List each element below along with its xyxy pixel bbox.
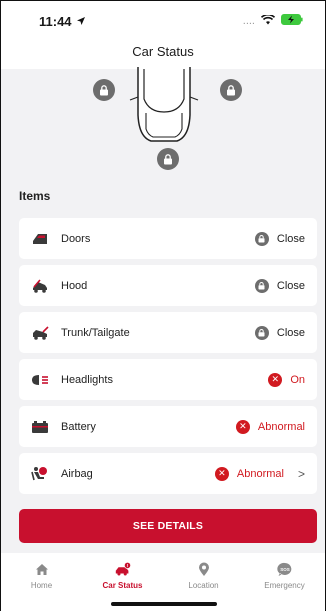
door-icon xyxy=(29,231,51,247)
tab-label: Home xyxy=(30,581,53,590)
signal-dots: .... xyxy=(242,15,255,27)
airbag-icon xyxy=(29,466,51,482)
item-label: Headlights xyxy=(61,373,113,386)
rear-left-door-lock-icon[interactable] xyxy=(93,79,115,101)
status-item-headlights[interactable]: Headlights ✕ On xyxy=(19,359,317,400)
alert-x-icon: ✕ xyxy=(268,372,283,387)
item-status-text: Close xyxy=(276,279,305,292)
chevron-right-icon[interactable]: > xyxy=(298,467,305,481)
tab-label: Emergency xyxy=(264,581,305,590)
hood-icon xyxy=(29,278,51,294)
item-label: Trunk/Tailgate xyxy=(61,326,130,339)
lock-icon xyxy=(254,231,269,246)
alert-x-icon: ✕ xyxy=(235,419,250,434)
item-status-text: On xyxy=(290,373,305,386)
item-status-text: Abnormal xyxy=(236,467,284,480)
item-label: Airbag xyxy=(61,467,93,480)
item-status: ✕ On xyxy=(268,372,305,387)
car-diagram xyxy=(1,67,325,179)
home-indicator xyxy=(111,602,217,606)
tab-home[interactable]: Home xyxy=(2,561,82,611)
page-title: Car Status xyxy=(1,41,325,69)
location-pin-icon xyxy=(195,561,213,577)
status-item-airbag[interactable]: Airbag ✕ Abnormal > xyxy=(19,453,317,494)
lock-icon xyxy=(254,278,269,293)
item-status: Close xyxy=(254,231,305,246)
see-details-button[interactable]: SEE DETAILS xyxy=(19,509,317,543)
section-title: Items xyxy=(19,189,51,203)
status-item-trunk-tailgate[interactable]: Trunk/Tailgate Close xyxy=(19,312,317,353)
item-status: ✕ Abnormal > xyxy=(214,466,305,481)
tab-label: Car Status xyxy=(102,581,143,590)
tab-emergency[interactable]: SOS Emergency xyxy=(245,561,325,611)
status-bar: 11:44 .... xyxy=(1,1,325,41)
car-status-icon: ! xyxy=(114,561,132,577)
item-status-text: Abnormal xyxy=(257,420,305,433)
lock-icon xyxy=(254,325,269,340)
item-label: Battery xyxy=(61,420,96,433)
status-item-hood[interactable]: Hood Close xyxy=(19,265,317,306)
item-label: Hood xyxy=(61,279,88,292)
item-status-text: Close xyxy=(276,326,305,339)
item-status-text: Close xyxy=(276,232,305,245)
status-icons: .... xyxy=(242,13,303,28)
status-item-doors[interactable]: Doors Close xyxy=(19,218,317,259)
sos-icon: SOS xyxy=(276,561,294,577)
item-status: Close xyxy=(254,325,305,340)
svg-text:SOS: SOS xyxy=(280,566,290,571)
battery-icon xyxy=(29,419,51,435)
time-text: 11:44 xyxy=(39,13,72,29)
tab-label: Location xyxy=(188,581,219,590)
trunk-icon xyxy=(29,325,51,341)
battery-charging-icon xyxy=(281,14,303,28)
item-status: Close xyxy=(254,278,305,293)
item-label: Doors xyxy=(61,232,91,245)
item-status: ✕ Abnormal xyxy=(235,419,305,434)
trunk-lock-icon[interactable] xyxy=(157,148,179,170)
location-arrow-icon xyxy=(76,14,86,29)
rear-right-door-lock-icon[interactable] xyxy=(220,79,242,101)
headlights-icon xyxy=(29,372,51,388)
home-icon xyxy=(33,561,51,577)
status-item-battery[interactable]: Battery ✕ Abnormal xyxy=(19,406,317,447)
alert-x-icon: ✕ xyxy=(214,466,229,481)
clock: 11:44 xyxy=(39,14,86,29)
wifi-icon xyxy=(260,13,276,28)
